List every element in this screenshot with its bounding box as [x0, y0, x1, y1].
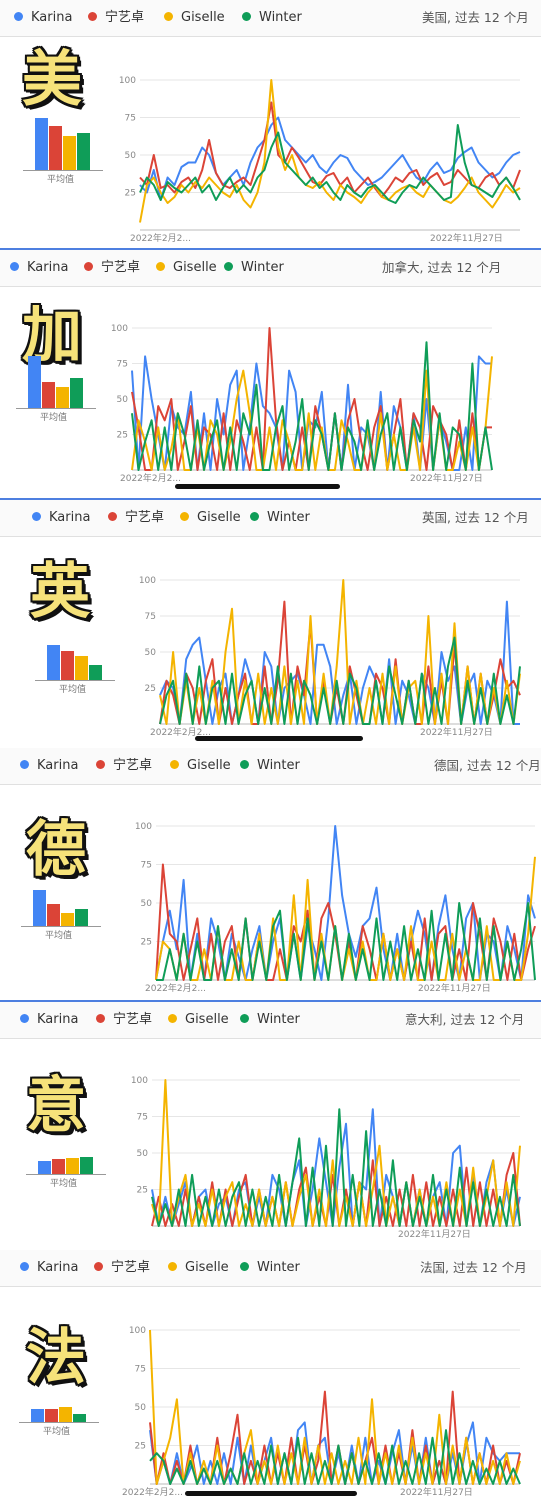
y-tick-label: 50 — [137, 1149, 149, 1159]
y-tick-label: 100 — [131, 1076, 148, 1086]
y-tick-label: 100 — [119, 76, 136, 86]
x-tick-label: 2022年2月2... — [122, 1486, 183, 1498]
y-tick-label: 75 — [141, 861, 152, 871]
x-tick-label: 2022年11月27日 — [400, 1486, 473, 1498]
y-tick-label: 75 — [135, 1365, 146, 1375]
home-indicator[interactable] — [195, 736, 363, 741]
home-indicator[interactable] — [185, 1491, 357, 1496]
x-tick-label: 2022年2月2... — [130, 232, 191, 244]
x-tick-label: 2022年11月27日 — [430, 232, 503, 244]
y-tick-label: 25 — [145, 684, 156, 694]
y-tick-label: 25 — [117, 431, 128, 441]
y-tick-label: 100 — [111, 324, 128, 334]
y-tick-label: 100 — [129, 1326, 146, 1336]
y-tick-label: 100 — [135, 822, 152, 832]
x-tick-label: 2022年11月27日 — [420, 726, 493, 738]
y-tick-label: 75 — [145, 612, 156, 622]
y-tick-label: 50 — [117, 395, 129, 405]
panel-uk: Karina 宁艺卓 Giselle Winter 英国, 过去 12 个月英平均值 25… — [0, 500, 541, 748]
y-tick-label: 25 — [137, 1186, 148, 1196]
x-tick-label: 2022年2月2... — [120, 472, 181, 484]
trend-chart: 25 50 75 100 2022年2月2... 2022年11月27日 — [111, 324, 493, 484]
x-tick-label: 2022年11月27日 — [410, 472, 483, 484]
y-tick-label: 50 — [145, 648, 157, 658]
panel-de: Karina 宁艺卓 Giselle Winter 德国, 过去 12 个月德平均值 25… — [0, 748, 541, 1002]
trend-chart: 25 50 75 100 2022年2月2... 2022年11月27日 — [119, 76, 521, 244]
trend-chart: 25 50 75 100 2022年2月2... 2022年11月27日 — [135, 822, 536, 994]
trend-chart: 25 50 75 100 2022年2月2... 2022年11月27日 — [122, 1326, 521, 1498]
x-tick-label: 2022年2月2... — [145, 982, 206, 994]
series-line-Giselle — [131, 356, 493, 471]
series-line-Winter — [131, 341, 493, 471]
series-line-Winter — [151, 1108, 521, 1227]
y-tick-label: 75 — [117, 360, 128, 370]
y-tick-label: 75 — [137, 1113, 148, 1123]
y-tick-label: 75 — [125, 114, 136, 124]
trend-chart: 2550751002022年2月2... 2022年11月27日 — [139, 576, 521, 738]
panel-ca: Karina 宁艺卓 Giselle Winter 加拿大, 过去 12 个月加平均值 2… — [0, 250, 541, 500]
panel-it: Karina 宁艺卓 Giselle Winter 意大利, 过去 12 个月意平均值 2… — [0, 1002, 541, 1250]
y-tick-label: 50 — [125, 151, 137, 161]
y-tick-label: 50 — [135, 1403, 147, 1413]
home-indicator[interactable] — [175, 484, 340, 489]
x-tick-label: 2022年11月27日 — [418, 982, 491, 994]
panel-fr: Karina 宁艺卓 Giselle Winter 法国, 过去 12 个月法平均值 25… — [0, 1250, 541, 1500]
y-tick-label: 25 — [141, 938, 152, 948]
y-tick-label: 25 — [125, 189, 136, 199]
trend-chart: 25 50 75 100 2022年11月27日 — [131, 1076, 521, 1240]
y-tick-label: 25 — [135, 1442, 146, 1452]
x-tick-label: 2022年11月27日 — [398, 1228, 471, 1240]
y-tick-label: 100 — [139, 576, 156, 586]
panel-us: Karina 宁艺卓 Giselle Winter 美国, 过去 12 个月美平均值 25… — [0, 0, 541, 250]
series-line-Karina — [131, 355, 492, 471]
y-tick-label: 50 — [141, 899, 153, 909]
